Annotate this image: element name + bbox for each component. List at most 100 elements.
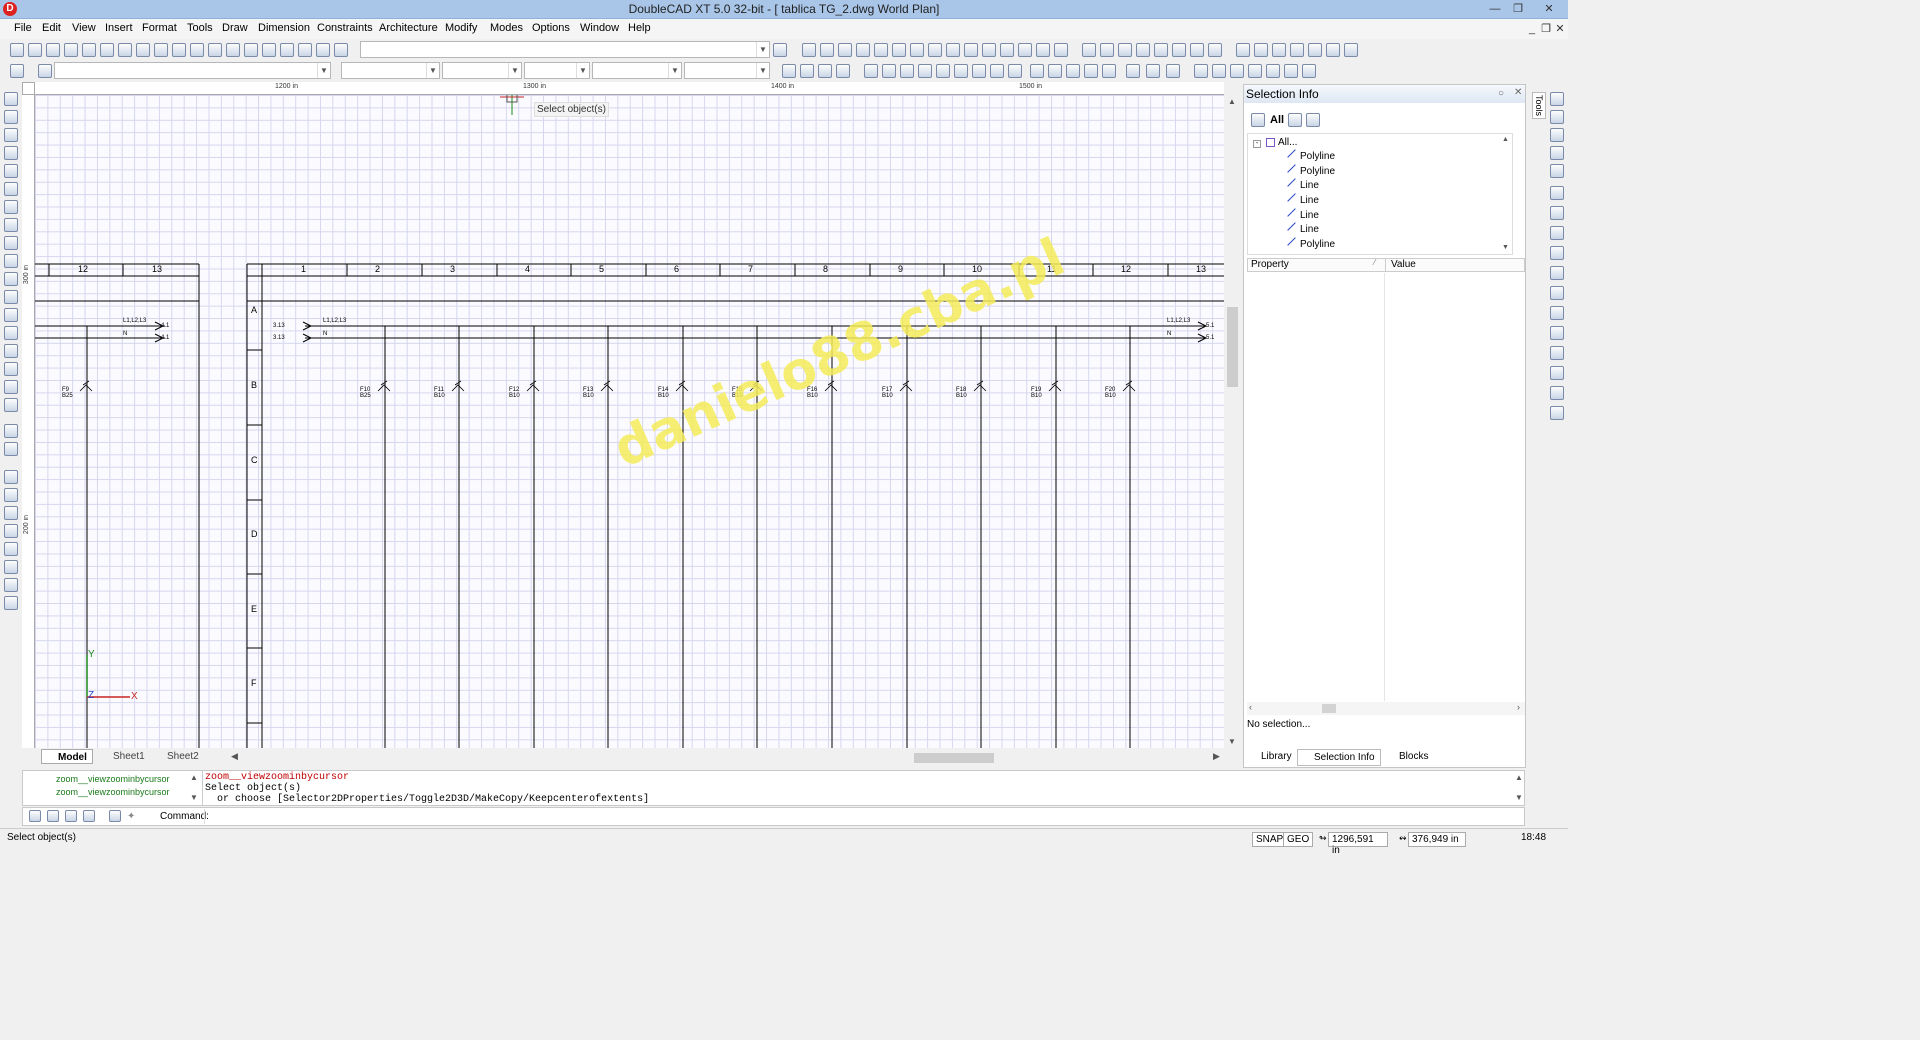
polygon-icon[interactable] xyxy=(4,182,18,196)
color-fill-icon[interactable] xyxy=(4,344,18,358)
lineweight-combo[interactable]: ▼ xyxy=(524,62,590,79)
new-file-icon[interactable] xyxy=(10,43,24,57)
circle-icon[interactable] xyxy=(4,236,18,250)
perpendicular-icon[interactable] xyxy=(1118,43,1132,57)
image-icon[interactable] xyxy=(4,398,18,412)
calculator-icon[interactable] xyxy=(298,43,312,57)
panel-scroll-left-icon[interactable]: ‹ xyxy=(1249,702,1252,712)
break-tool-icon[interactable] xyxy=(1550,346,1564,360)
color-icon[interactable] xyxy=(1326,43,1340,57)
properties-icon[interactable] xyxy=(100,43,114,57)
slab-icon[interactable] xyxy=(4,578,18,592)
wall-icon[interactable] xyxy=(4,488,18,502)
print-icon[interactable] xyxy=(64,43,78,57)
snap-none-icon[interactable] xyxy=(1102,64,1116,78)
layer-icon[interactable] xyxy=(38,64,52,78)
arc-icon[interactable] xyxy=(4,218,18,232)
property-column-header[interactable]: Property xyxy=(1251,259,1289,270)
filter-icon[interactable] xyxy=(1251,113,1265,127)
menu-dimension[interactable]: Dimension xyxy=(258,22,310,34)
menu-insert[interactable]: Insert xyxy=(105,22,133,34)
open-file-icon[interactable] xyxy=(28,43,42,57)
extend-tool-icon[interactable] xyxy=(1550,266,1564,280)
snap-quadrant-icon[interactable] xyxy=(954,64,968,78)
pencil-icon[interactable] xyxy=(4,110,18,124)
tree-item[interactable]: Polyline xyxy=(1287,149,1335,162)
design-center-icon[interactable] xyxy=(1290,43,1304,57)
tree-root[interactable]: All... xyxy=(1278,137,1297,148)
tree-collapse-icon[interactable]: - xyxy=(1253,140,1261,148)
history-icon[interactable] xyxy=(109,810,121,822)
add-icon[interactable] xyxy=(65,810,77,822)
snap-tangent-icon[interactable] xyxy=(972,64,986,78)
snap-endpoint-icon[interactable] xyxy=(864,64,878,78)
snap-intersection-icon[interactable] xyxy=(900,64,914,78)
menu-architecture[interactable]: Architecture xyxy=(379,22,438,34)
extend-icon[interactable] xyxy=(910,43,924,57)
menu-tools[interactable]: Tools xyxy=(187,22,213,34)
linetype-combo[interactable]: ▼ xyxy=(442,62,522,79)
rectangle-icon[interactable] xyxy=(4,200,18,214)
parallel-icon[interactable] xyxy=(1100,43,1114,57)
mirror-icon[interactable] xyxy=(838,43,852,57)
door-icon[interactable] xyxy=(4,506,18,520)
macro-icon[interactable]: ✦ xyxy=(127,811,135,822)
command-scroll-down-icon[interactable]: ▼ xyxy=(1515,793,1523,802)
dimension-angular-icon[interactable] xyxy=(1230,64,1244,78)
copy-icon[interactable] xyxy=(136,43,150,57)
tree-item[interactable]: Polyline xyxy=(1287,164,1335,177)
hatch-icon[interactable] xyxy=(4,290,18,304)
filter-layer-icon[interactable] xyxy=(1306,113,1320,127)
polyline-icon[interactable] xyxy=(4,146,18,160)
array-icon[interactable] xyxy=(1000,43,1014,57)
rotate-icon[interactable] xyxy=(820,43,834,57)
stretch-tool-icon[interactable] xyxy=(1550,386,1564,400)
stairs-icon[interactable] xyxy=(4,542,18,556)
redo-icon[interactable] xyxy=(208,43,222,57)
settings-gear-icon[interactable] xyxy=(10,64,24,78)
ellipse-icon[interactable] xyxy=(4,272,18,286)
doc-close-icon[interactable]: ✕ xyxy=(1554,22,1566,36)
tab-model[interactable]: Model xyxy=(41,749,93,764)
history-scroll-up-icon[interactable]: ▲ xyxy=(190,773,198,782)
snap-grid-icon[interactable] xyxy=(1008,64,1022,78)
tab-blocks[interactable]: Blocks xyxy=(1383,749,1433,766)
osnap-icon[interactable] xyxy=(836,64,850,78)
help-icon[interactable] xyxy=(316,43,330,57)
panel-scroll-thumb[interactable] xyxy=(1322,704,1336,713)
style-combo[interactable]: ▼ xyxy=(684,62,770,79)
play-icon[interactable] xyxy=(47,810,59,822)
coincident-icon[interactable] xyxy=(1190,43,1204,57)
zoom-extents-icon[interactable] xyxy=(262,43,276,57)
dimension-icon[interactable] xyxy=(4,424,18,438)
text-icon[interactable] xyxy=(4,362,18,376)
dimension-radius-icon[interactable] xyxy=(1248,64,1262,78)
snap-toggle[interactable]: SNAP xyxy=(1252,832,1288,847)
history-item[interactable]: zoom__viewzoominbycursor xyxy=(56,787,170,797)
grid-snap-icon[interactable] xyxy=(782,64,796,78)
tree-item[interactable]: Line xyxy=(1287,193,1319,206)
track-icon[interactable] xyxy=(1146,64,1160,78)
group-icon[interactable] xyxy=(4,470,18,484)
constraint-icon[interactable] xyxy=(1082,43,1096,57)
menu-edit[interactable]: Edit xyxy=(42,22,61,34)
ruler-corner[interactable] xyxy=(22,82,35,95)
align-icon[interactable] xyxy=(1054,43,1068,57)
point-icon[interactable] xyxy=(4,326,18,340)
restore-icon[interactable]: ❐ xyxy=(1507,2,1529,16)
scale-icon[interactable] xyxy=(856,43,870,57)
join-icon[interactable] xyxy=(1036,43,1050,57)
tree-item[interactable]: Line xyxy=(1287,178,1319,191)
fillet-tool-icon[interactable] xyxy=(1550,306,1564,320)
tree-item[interactable]: Line xyxy=(1287,208,1319,221)
dimension-diameter-icon[interactable] xyxy=(1266,64,1280,78)
tree-scroll-up-icon[interactable]: ▲ xyxy=(1502,136,1509,143)
history-scroll-down-icon[interactable]: ▼ xyxy=(190,793,198,802)
window-cascade-icon[interactable] xyxy=(1254,43,1268,57)
panel-scroll-right-icon[interactable]: › xyxy=(1517,702,1520,712)
menu-options[interactable]: Options xyxy=(532,22,570,34)
explode-icon[interactable] xyxy=(1018,43,1032,57)
line-icon[interactable] xyxy=(4,128,18,142)
dimension-linear-icon[interactable] xyxy=(1194,64,1208,78)
vertical-icon[interactable] xyxy=(1172,43,1186,57)
